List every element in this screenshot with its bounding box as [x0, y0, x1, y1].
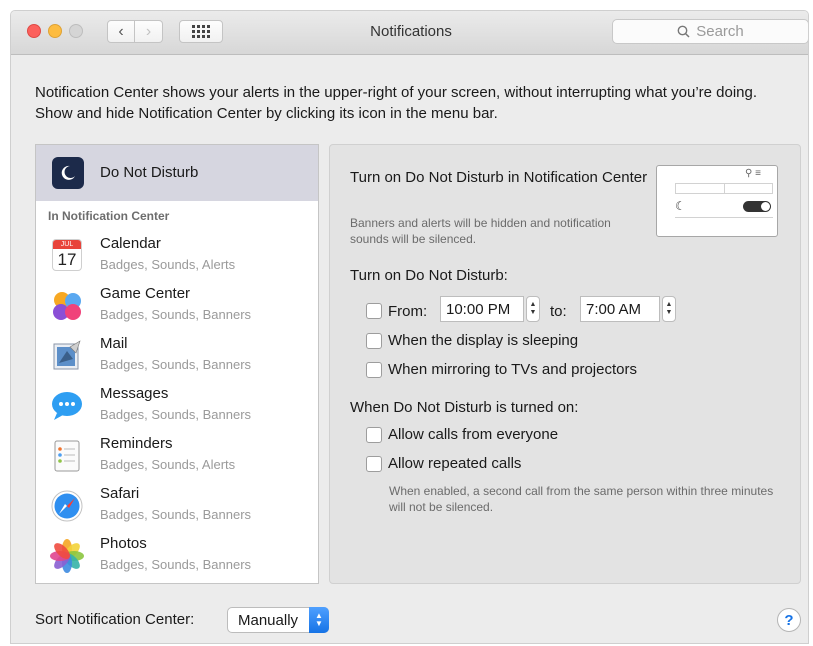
- display-sleeping-checkbox[interactable]: [366, 333, 382, 349]
- forward-button[interactable]: ›: [135, 20, 163, 43]
- app-alert-style: Badges, Sounds, Banners: [100, 557, 252, 572]
- preview-toggle: [743, 201, 771, 212]
- app-alert-style: Badges, Sounds, Banners: [100, 357, 252, 372]
- intro-text: Notification Center shows your alerts in…: [35, 84, 758, 122]
- app-sidebar[interactable]: Do Not Disturb In Notification Center JU…: [35, 144, 319, 584]
- chevron-down-icon: ▼: [665, 309, 673, 316]
- calendar-month: JUL: [53, 240, 81, 249]
- mirroring-label: When mirroring to TVs and projectors: [388, 361, 637, 378]
- chevron-down-icon: ▼: [529, 309, 537, 316]
- notification-center-preview: ⚲ ≡ ☾: [656, 165, 778, 237]
- sort-popup[interactable]: Manually ▲ ▼: [227, 607, 329, 633]
- title-bar: ‹ › Notifications Search: [11, 11, 808, 55]
- from-time-stepper[interactable]: ▲ ▼: [526, 296, 540, 322]
- preview-moon-icon: ☾: [675, 199, 686, 213]
- sidebar-item-safari[interactable]: Safari Badges, Sounds, Banners: [36, 481, 318, 531]
- from-time-field[interactable]: 10:00 PM: [440, 296, 524, 322]
- sort-label: Sort Notification Center:: [35, 611, 195, 628]
- from-checkbox[interactable]: [366, 303, 382, 319]
- to-time-field[interactable]: 7:00 AM: [580, 296, 660, 322]
- chevron-up-icon: ▲: [665, 301, 673, 308]
- messages-icon: [50, 389, 84, 423]
- window-title: Notifications: [370, 23, 452, 40]
- calendar-icon: JUL 17: [52, 239, 82, 271]
- chevron-up-icon: ▲: [529, 301, 537, 308]
- allow-calls-label: Allow calls from everyone: [388, 426, 559, 443]
- calendar-day: 17: [57, 250, 77, 269]
- chevron-right-icon: ›: [145, 22, 152, 40]
- preferences-window: ‹ › Notifications Search Notification Ce…: [10, 10, 809, 644]
- app-list: JUL 17 Calendar Badges, Sounds, Alerts G…: [36, 231, 318, 581]
- sidebar-item-calendar[interactable]: JUL 17 Calendar Badges, Sounds, Alerts: [36, 231, 318, 281]
- app-name: Game Center: [100, 285, 191, 302]
- mirroring-checkbox[interactable]: [366, 362, 382, 378]
- app-name: Mail: [100, 335, 128, 352]
- app-alert-style: Badges, Sounds, Alerts: [100, 257, 236, 272]
- zoom-button[interactable]: [69, 24, 83, 38]
- app-name: Calendar: [100, 235, 161, 252]
- repeated-calls-note: When enabled, a second call from the sam…: [389, 484, 774, 514]
- search-field[interactable]: Search: [612, 19, 808, 44]
- app-alert-style: Badges, Sounds, Banners: [100, 307, 252, 322]
- show-all-button[interactable]: [179, 20, 223, 43]
- section-header: In Notification Center: [48, 209, 170, 223]
- display-sleeping-label: When the display is sleeping: [388, 332, 579, 349]
- chevron-left-icon: ‹: [118, 22, 124, 40]
- safari-icon: [50, 489, 84, 523]
- app-alert-style: Badges, Sounds, Alerts: [100, 457, 236, 472]
- sidebar-item-label: Do Not Disturb: [100, 164, 199, 181]
- reminders-icon: [50, 439, 84, 473]
- sidebar-item-game-center[interactable]: Game Center Badges, Sounds, Banners: [36, 281, 318, 331]
- sort-value: Manually: [238, 611, 299, 629]
- app-name: Messages: [100, 385, 169, 402]
- app-name: Photos: [100, 535, 147, 552]
- panel-heading-note: Banners and alerts will be hidden and no…: [350, 216, 611, 246]
- search-placeholder: Search: [696, 23, 744, 40]
- help-button[interactable]: ?: [777, 608, 801, 632]
- moon-icon: [52, 157, 84, 189]
- sidebar-item-do-not-disturb[interactable]: Do Not Disturb: [36, 145, 318, 201]
- when-on-heading: When Do Not Disturb is turned on:: [350, 399, 579, 416]
- photos-icon: [50, 539, 84, 573]
- allow-repeated-label: Allow repeated calls: [388, 455, 522, 472]
- dnd-settings-panel: Turn on Do Not Disturb in Notification C…: [329, 144, 801, 584]
- updown-arrows-icon: ▲ ▼: [309, 607, 329, 633]
- app-name: Reminders: [100, 435, 173, 452]
- app-name: Safari: [100, 485, 140, 502]
- from-label: From:: [388, 303, 428, 320]
- game-center-icon: [50, 289, 84, 323]
- app-alert-style: Badges, Sounds, Banners: [100, 507, 252, 522]
- to-label: to:: [550, 303, 567, 320]
- minimize-button[interactable]: [48, 24, 62, 38]
- turn-on-heading: Turn on Do Not Disturb:: [350, 267, 508, 284]
- sidebar-item-reminders[interactable]: Reminders Badges, Sounds, Alerts: [36, 431, 318, 481]
- allow-calls-checkbox[interactable]: [366, 427, 382, 443]
- allow-repeated-checkbox[interactable]: [366, 456, 382, 472]
- sidebar-item-mail[interactable]: Mail Badges, Sounds, Banners: [36, 331, 318, 381]
- sidebar-item-messages[interactable]: Messages Badges, Sounds, Banners: [36, 381, 318, 431]
- app-alert-style: Badges, Sounds, Banners: [100, 407, 252, 422]
- grid-icon: [192, 25, 210, 38]
- panel-heading: Turn on Do Not Disturb in Notification C…: [350, 169, 648, 186]
- preview-search-icon: ⚲ ≡: [745, 168, 761, 179]
- to-time-stepper[interactable]: ▲ ▼: [662, 296, 676, 322]
- sidebar-item-photos[interactable]: Photos Badges, Sounds, Banners: [36, 531, 318, 581]
- back-button[interactable]: ‹: [107, 20, 135, 43]
- mail-icon: [50, 339, 84, 373]
- search-icon: [677, 25, 690, 38]
- close-button[interactable]: [27, 24, 41, 38]
